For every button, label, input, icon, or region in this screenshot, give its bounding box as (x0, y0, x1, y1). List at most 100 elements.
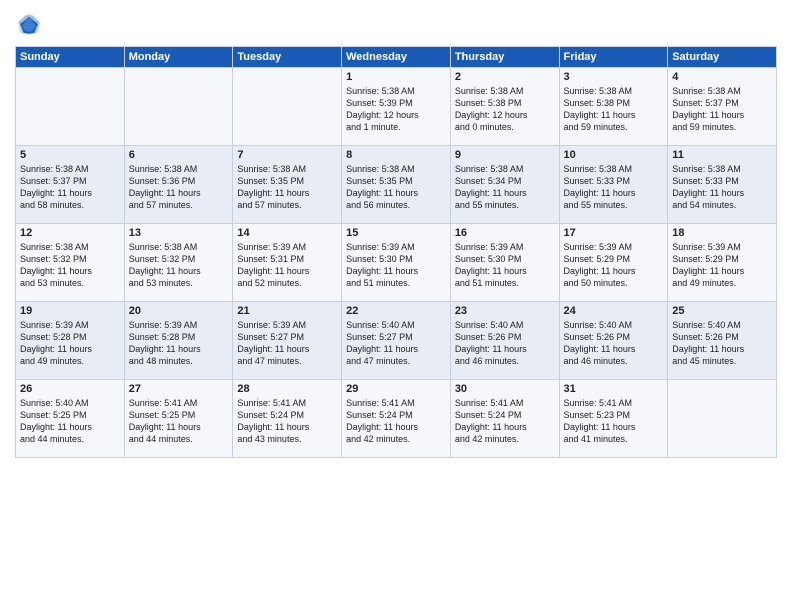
calendar-cell: 27Sunrise: 5:41 AMSunset: 5:25 PMDayligh… (124, 380, 233, 458)
calendar-cell: 5 Sunrise: 5:38 AMSunset: 5:37 PMDaylight… (16, 146, 125, 224)
calendar-cell: 24 Sunrise: 5:40 AMSunset: 5:26 PMDayligh… (559, 302, 668, 380)
calendar-cell: 9 Sunrise: 5:38 AMSunset: 5:34 PMDaylight… (450, 146, 559, 224)
cell-info: Sunrise: 5:40 AMSunset: 5:26 PMDaylight:… (455, 319, 555, 368)
day-number: 23 (455, 305, 555, 317)
calendar-cell (124, 68, 233, 146)
calendar-cell (233, 68, 342, 146)
calendar-page: SundayMondayTuesdayWednesdayThursdayFrid… (0, 0, 792, 612)
weekday-header-sunday: Sunday (16, 47, 125, 68)
weekday-header-friday: Friday (559, 47, 668, 68)
calendar-cell: 30 Sunrise: 5:41 AMSunset: 5:24 PMDayligh… (450, 380, 559, 458)
calendar-cell (668, 380, 777, 458)
cell-info: Sunrise: 5:39 AMSunset: 5:29 PMDaylight:… (672, 241, 772, 290)
calendar-cell: 28 Sunrise: 5:41 AMSunset: 5:24 PMDayligh… (233, 380, 342, 458)
cell-info: Sunrise: 5:38 AMSunset: 5:35 PMDaylight:… (346, 163, 446, 212)
cell-info: Sunrise: 5:38 AMSunset: 5:38 PMDaylight:… (564, 85, 664, 134)
cell-info: Sunrise: 5:39 AMSunset: 5:30 PMDaylight:… (346, 241, 446, 290)
calendar-cell: 18 Sunrise: 5:39 AMSunset: 5:29 PMDayligh… (668, 224, 777, 302)
calendar-cell: 20 Sunrise: 5:39 AMSunset: 5:28 PMDayligh… (124, 302, 233, 380)
cell-info: Sunrise: 5:38 AMSunset: 5:39 PMDaylight:… (346, 85, 446, 134)
day-number: 9 (455, 149, 555, 161)
calendar-cell: 7Sunrise: 5:38 AMSunset: 5:35 PMDaylight… (233, 146, 342, 224)
cell-info: Sunrise: 5:38 AMSunset: 5:33 PMDaylight:… (672, 163, 772, 212)
day-number: 11 (672, 149, 772, 161)
cell-info: Sunrise: 5:41 AMSunset: 5:23 PMDaylight:… (564, 397, 664, 446)
day-number: 21 (237, 305, 337, 317)
cell-info: Sunrise: 5:38 AMSunset: 5:32 PMDaylight:… (20, 241, 120, 290)
calendar-cell: 26Sunrise: 5:40 AMSunset: 5:25 PMDayligh… (16, 380, 125, 458)
calendar-cell: 14Sunrise: 5:39 AMSunset: 5:31 PMDayligh… (233, 224, 342, 302)
day-number: 5 (20, 149, 120, 161)
day-number: 1 (346, 71, 446, 83)
day-number: 29 (346, 383, 446, 395)
day-number: 8 (346, 149, 446, 161)
day-number: 10 (564, 149, 664, 161)
calendar-cell: 25Sunrise: 5:40 AMSunset: 5:26 PMDayligh… (668, 302, 777, 380)
day-number: 26 (20, 383, 120, 395)
calendar-cell: 8 Sunrise: 5:38 AMSunset: 5:35 PMDaylight… (342, 146, 451, 224)
day-number: 31 (564, 383, 664, 395)
cell-info: Sunrise: 5:38 AMSunset: 5:34 PMDaylight:… (455, 163, 555, 212)
cell-info: Sunrise: 5:38 AMSunset: 5:37 PMDaylight:… (20, 163, 120, 212)
day-number: 15 (346, 227, 446, 239)
cell-info: Sunrise: 5:40 AMSunset: 5:26 PMDaylight:… (564, 319, 664, 368)
day-number: 20 (129, 305, 229, 317)
day-number: 19 (20, 305, 120, 317)
cell-info: Sunrise: 5:39 AMSunset: 5:27 PMDaylight:… (237, 319, 337, 368)
calendar-cell: 31 Sunrise: 5:41 AMSunset: 5:23 PMDayligh… (559, 380, 668, 458)
cell-info: Sunrise: 5:38 AMSunset: 5:33 PMDaylight:… (564, 163, 664, 212)
weekday-header-tuesday: Tuesday (233, 47, 342, 68)
calendar-cell: 19 Sunrise: 5:39 AMSunset: 5:28 PMDayligh… (16, 302, 125, 380)
day-number: 4 (672, 71, 772, 83)
cell-info: Sunrise: 5:39 AMSunset: 5:29 PMDaylight:… (564, 241, 664, 290)
calendar-cell: 29 Sunrise: 5:41 AMSunset: 5:24 PMDayligh… (342, 380, 451, 458)
calendar-week-2: 5 Sunrise: 5:38 AMSunset: 5:37 PMDaylight… (16, 146, 777, 224)
calendar-cell: 3 Sunrise: 5:38 AMSunset: 5:38 PMDaylight… (559, 68, 668, 146)
weekday-header-monday: Monday (124, 47, 233, 68)
calendar-cell: 13Sunrise: 5:38 AMSunset: 5:32 PMDayligh… (124, 224, 233, 302)
cell-info: Sunrise: 5:39 AMSunset: 5:28 PMDaylight:… (20, 319, 120, 368)
day-number: 28 (237, 383, 337, 395)
cell-info: Sunrise: 5:38 AMSunset: 5:36 PMDaylight:… (129, 163, 229, 212)
calendar-cell: 23 Sunrise: 5:40 AMSunset: 5:26 PMDayligh… (450, 302, 559, 380)
calendar-cell (16, 68, 125, 146)
cell-info: Sunrise: 5:38 AMSunset: 5:38 PMDaylight:… (455, 85, 555, 134)
day-number: 27 (129, 383, 229, 395)
day-number: 18 (672, 227, 772, 239)
calendar-cell: 21 Sunrise: 5:39 AMSunset: 5:27 PMDayligh… (233, 302, 342, 380)
calendar-cell: 22Sunrise: 5:40 AMSunset: 5:27 PMDayligh… (342, 302, 451, 380)
cell-info: Sunrise: 5:41 AMSunset: 5:24 PMDaylight:… (237, 397, 337, 446)
day-number: 2 (455, 71, 555, 83)
cell-info: Sunrise: 5:39 AMSunset: 5:30 PMDaylight:… (455, 241, 555, 290)
calendar-table: SundayMondayTuesdayWednesdayThursdayFrid… (15, 46, 777, 458)
day-number: 25 (672, 305, 772, 317)
header-row: SundayMondayTuesdayWednesdayThursdayFrid… (16, 47, 777, 68)
calendar-cell: 15 Sunrise: 5:39 AMSunset: 5:30 PMDayligh… (342, 224, 451, 302)
cell-info: Sunrise: 5:38 AMSunset: 5:32 PMDaylight:… (129, 241, 229, 290)
calendar-cell: 10 Sunrise: 5:38 AMSunset: 5:33 PMDayligh… (559, 146, 668, 224)
weekday-header-thursday: Thursday (450, 47, 559, 68)
day-number: 3 (564, 71, 664, 83)
day-number: 16 (455, 227, 555, 239)
weekday-header-saturday: Saturday (668, 47, 777, 68)
cell-info: Sunrise: 5:39 AMSunset: 5:28 PMDaylight:… (129, 319, 229, 368)
calendar-week-5: 26Sunrise: 5:40 AMSunset: 5:25 PMDayligh… (16, 380, 777, 458)
day-number: 24 (564, 305, 664, 317)
calendar-cell: 16 Sunrise: 5:39 AMSunset: 5:30 PMDayligh… (450, 224, 559, 302)
logo-icon (15, 10, 43, 38)
cell-info: Sunrise: 5:38 AMSunset: 5:35 PMDaylight:… (237, 163, 337, 212)
day-number: 30 (455, 383, 555, 395)
calendar-cell: 17Sunrise: 5:39 AMSunset: 5:29 PMDayligh… (559, 224, 668, 302)
calendar-week-3: 12Sunrise: 5:38 AMSunset: 5:32 PMDayligh… (16, 224, 777, 302)
day-number: 22 (346, 305, 446, 317)
cell-info: Sunrise: 5:41 AMSunset: 5:24 PMDaylight:… (346, 397, 446, 446)
weekday-header-wednesday: Wednesday (342, 47, 451, 68)
calendar-cell: 2 Sunrise: 5:38 AMSunset: 5:38 PMDaylight… (450, 68, 559, 146)
calendar-cell: 11 Sunrise: 5:38 AMSunset: 5:33 PMDayligh… (668, 146, 777, 224)
day-number: 6 (129, 149, 229, 161)
calendar-cell: 4Sunrise: 5:38 AMSunset: 5:37 PMDaylight… (668, 68, 777, 146)
cell-info: Sunrise: 5:41 AMSunset: 5:24 PMDaylight:… (455, 397, 555, 446)
calendar-week-1: 1 Sunrise: 5:38 AMSunset: 5:39 PMDaylight… (16, 68, 777, 146)
calendar-week-4: 19 Sunrise: 5:39 AMSunset: 5:28 PMDayligh… (16, 302, 777, 380)
logo (15, 10, 47, 38)
